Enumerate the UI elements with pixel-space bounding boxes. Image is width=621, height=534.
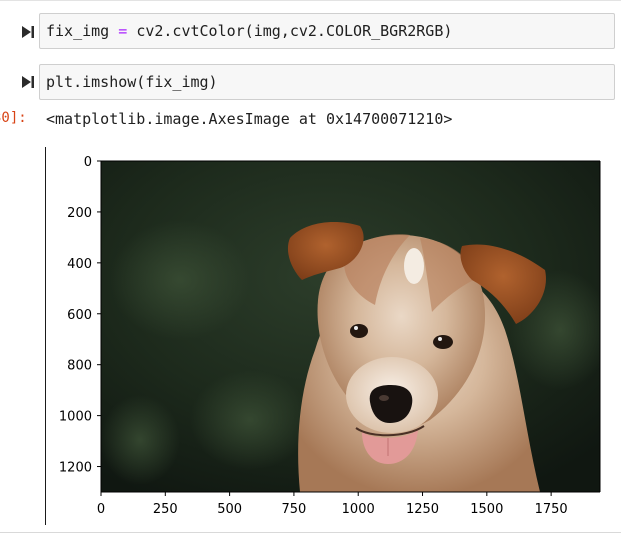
y-tick-label: 1000 (59, 410, 92, 425)
y-tick-label: 600 (67, 308, 92, 323)
notebook-page: fix_img = cv2.cvtColor(img,cv2.COLOR_BGR… (0, 0, 621, 534)
imshow-plot: 0 250 500 750 1000 1250 1500 1750 0 200 400 600 800… (59, 155, 601, 517)
x-tick-label: 1500 (470, 502, 503, 517)
x-tick-label: 500 (217, 502, 242, 517)
x-tick-label: 0 (97, 502, 105, 517)
y-tick-label: 1200 (59, 461, 92, 476)
x-tick-label: 1750 (535, 502, 568, 517)
x-axis-ticks: 0 250 500 750 1000 1250 1500 1750 (97, 492, 568, 517)
y-tick-label: 200 (67, 206, 92, 221)
bottom-divider (0, 532, 621, 533)
x-tick-label: 250 (153, 502, 178, 517)
x-tick-label: 1250 (406, 502, 439, 517)
y-tick-label: 0 (84, 155, 92, 170)
puppy-image (101, 161, 600, 492)
y-tick-label: 800 (67, 359, 92, 374)
x-tick-label: 1000 (342, 502, 375, 517)
y-tick-label: 400 (67, 257, 92, 272)
y-axis-ticks: 0 200 400 600 800 1000 1200 (59, 155, 101, 476)
x-tick-label: 750 (281, 502, 306, 517)
